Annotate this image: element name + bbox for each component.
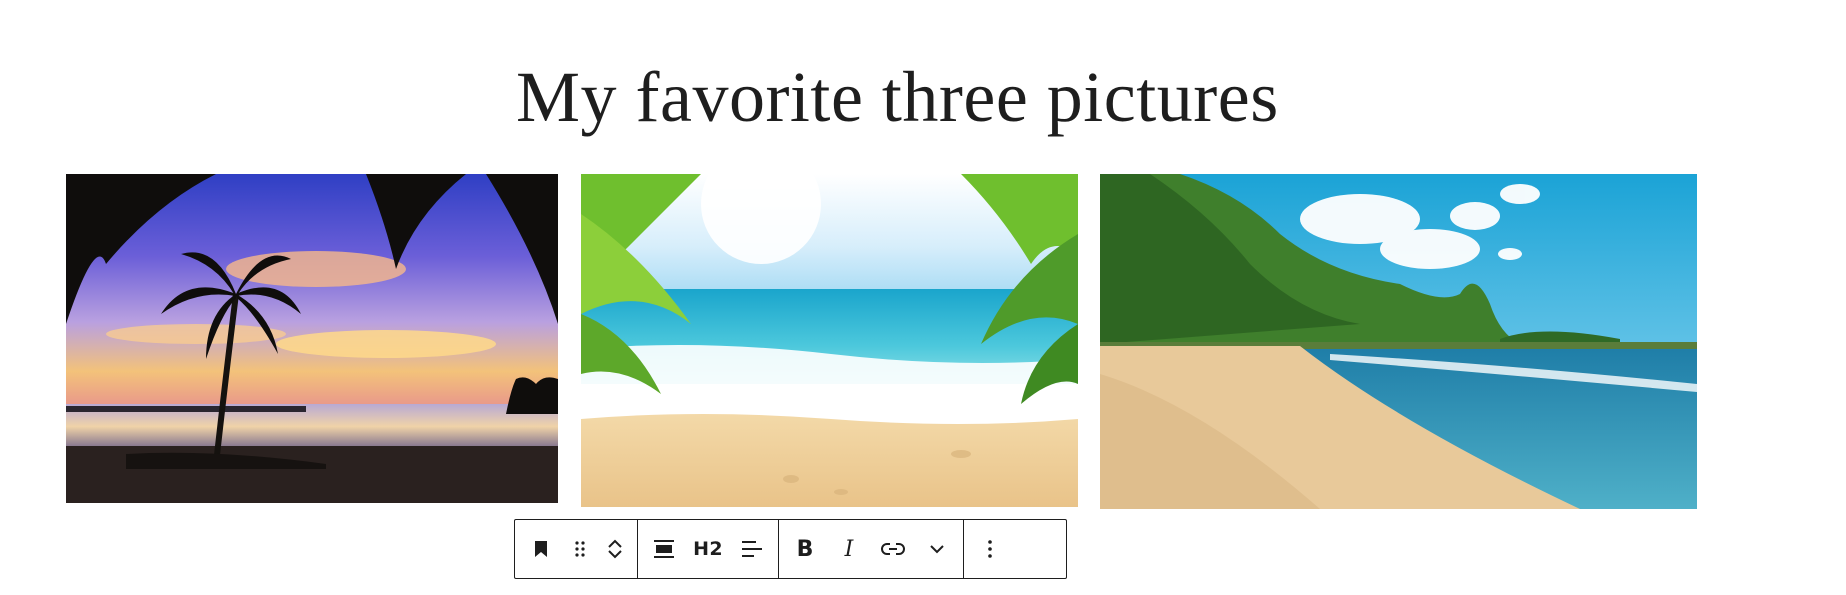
italic-label: I (844, 536, 854, 562)
bookmark-icon[interactable] (519, 525, 563, 573)
more-rich-text-icon[interactable] (915, 525, 959, 573)
gallery-image-mountain-beach[interactable] (1100, 174, 1697, 509)
block-toolbar-group-heading: H2 (638, 520, 779, 578)
align-icon[interactable] (642, 525, 686, 573)
block-toolbar: H2 B I (514, 519, 1067, 579)
gallery-image-tropical-beach[interactable] (581, 174, 1078, 507)
block-toolbar-group-options (964, 520, 1016, 578)
drag-handle-icon[interactable] (563, 525, 597, 573)
italic-button[interactable]: I (827, 525, 871, 573)
more-options-icon[interactable] (968, 525, 1012, 573)
bold-button[interactable]: B (783, 525, 827, 573)
heading-level-button[interactable]: H2 (686, 525, 730, 573)
block-toolbar-group-block (515, 520, 638, 578)
page-title[interactable]: My favorite three pictures (516, 52, 1279, 142)
heading-level-label: H2 (693, 538, 723, 560)
chevron-down-icon[interactable] (607, 549, 623, 561)
text-align-icon[interactable] (730, 525, 774, 573)
block-toolbar-group-format: B I (779, 520, 964, 578)
link-icon[interactable] (871, 525, 915, 573)
chevron-up-icon[interactable] (607, 537, 623, 549)
bold-label: B (796, 536, 814, 562)
gallery-image-sunset[interactable] (66, 174, 558, 503)
block-mover (597, 525, 633, 573)
